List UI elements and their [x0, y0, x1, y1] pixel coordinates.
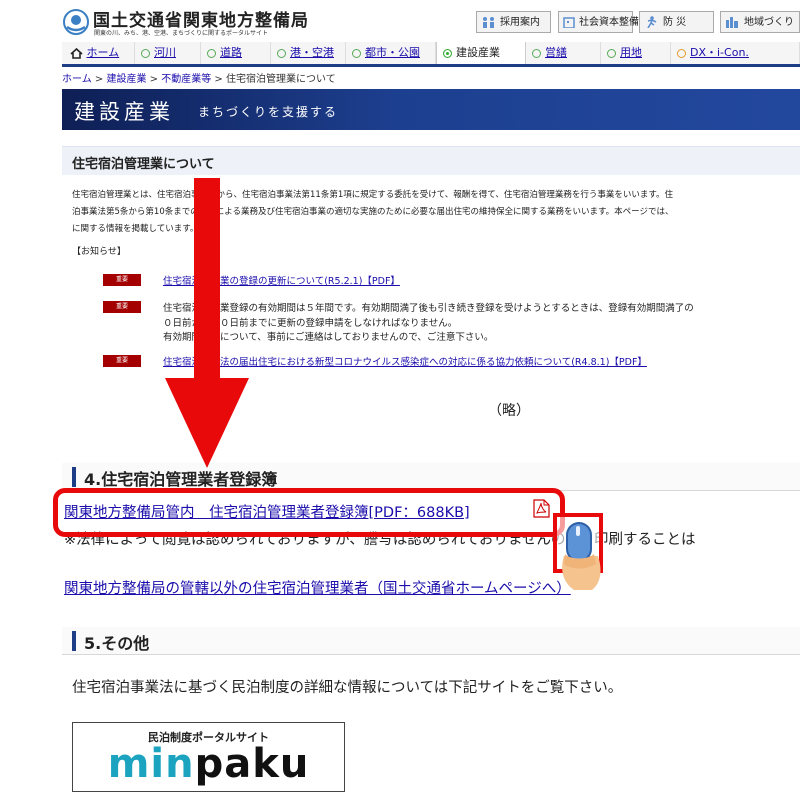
- page-title: 住宅宿泊管理業について: [72, 157, 215, 172]
- tab-city-park[interactable]: 都市・公園: [346, 42, 436, 64]
- tab-port-airport-label[interactable]: 港・空港: [290, 46, 334, 59]
- breadcrumb-separator: >: [149, 74, 159, 85]
- tab-land-label[interactable]: 用地: [620, 46, 642, 59]
- breadcrumb-real-estate[interactable]: 不動産業等: [161, 74, 211, 85]
- runner-icon: [647, 16, 657, 28]
- home-icon: [70, 47, 83, 59]
- bullet-icon: [532, 48, 541, 58]
- tab-home-label[interactable]: ホーム: [87, 46, 120, 59]
- tab-home[interactable]: ホーム: [62, 42, 135, 64]
- disaster-label: 防 災: [663, 17, 687, 28]
- heading-bar: [72, 631, 76, 651]
- tab-eizen-label[interactable]: 営繕: [545, 46, 567, 59]
- tab-road-label[interactable]: 道路: [220, 46, 242, 59]
- site-header: 国土交通省関東地方整備局 関東の川、みち、港、空港、まちづくりに関するポータルサ…: [0, 0, 800, 42]
- tab-port-airport[interactable]: 港・空港: [271, 42, 346, 64]
- bullet-icon: [352, 48, 361, 58]
- important-badge: 重要: [103, 355, 141, 367]
- breadcrumb-construction[interactable]: 建設産業: [106, 74, 146, 85]
- global-nav: ホーム 河川 道路 港・空港 都市・公園 建設産業 営繕 用地 DX・i-Con…: [62, 42, 800, 67]
- section-5-heading: 5.その他: [62, 627, 800, 655]
- mlit-logo-icon[interactable]: [63, 9, 89, 35]
- site-subtitle: 関東の川、みち、港、空港、まちづくりに関するポータルサイト: [94, 30, 269, 37]
- section-5-title: 5.その他: [84, 634, 150, 653]
- notice-label: 【お知らせ】: [72, 247, 126, 257]
- city-icon: [726, 17, 738, 28]
- breadcrumb-separator: >: [214, 74, 223, 85]
- breadcrumb-current: 住宅宿泊管理業について: [226, 74, 336, 85]
- tab-construction-industry[interactable]: 建設産業: [436, 42, 526, 64]
- bullet-icon: [677, 48, 686, 58]
- tab-dx-icon-label[interactable]: DX・i-Con.: [690, 46, 749, 59]
- article-header: 住宅宿泊管理業について: [62, 146, 800, 175]
- bullet-icon: [141, 48, 150, 58]
- tab-road[interactable]: 道路: [201, 42, 271, 64]
- breadcrumb-home[interactable]: ホーム: [62, 74, 92, 85]
- tab-river[interactable]: 河川: [135, 42, 201, 64]
- bullet-icon: [207, 48, 216, 58]
- breadcrumb: ホーム > 建設産業 > 不動産業等 > 住宅宿泊管理業について: [62, 70, 336, 85]
- minpaku-logo: minpaku: [107, 741, 310, 787]
- building-icon: [563, 17, 575, 28]
- tab-city-park-label[interactable]: 都市・公園: [365, 46, 420, 59]
- section-4-title: 4.住宅宿泊管理業者登録簿: [84, 470, 278, 489]
- important-badge: 重要: [103, 301, 141, 313]
- infrastructure-label: 社会資本整備: [579, 17, 639, 28]
- intro-line: 住宅宿泊管理業とは、住宅宿泊事業者から、住宅宿泊事業法第11条第1項に規定する委…: [72, 190, 674, 200]
- tab-construction-industry-label: 建設産業: [456, 46, 500, 59]
- recruit-button[interactable]: 採用案内: [476, 11, 551, 33]
- breadcrumb-separator: >: [94, 74, 104, 85]
- section-5-text: 住宅宿泊事業法に基づく民泊制度の詳細な情報については下記サイトをご覧下さい。: [72, 680, 623, 696]
- heading-bar: [72, 467, 76, 487]
- tab-dx-icon[interactable]: DX・i-Con.: [671, 42, 800, 64]
- section-banner: 建設産業 まちづくりを支援する: [62, 89, 800, 130]
- tab-eizen[interactable]: 営繕: [526, 42, 601, 64]
- people-icon: [483, 17, 494, 28]
- down-arrow-icon: [165, 178, 249, 468]
- bullet-icon: [443, 48, 452, 58]
- banner-subtitle: まちづくりを支援する: [198, 105, 339, 119]
- recruit-label: 採用案内: [500, 17, 540, 28]
- bullet-icon: [277, 48, 286, 58]
- minpaku-portal-banner[interactable]: 民泊制度ポータルサイト minpaku: [72, 722, 345, 792]
- regional-dev-button[interactable]: 地域づくり: [720, 11, 800, 33]
- highlight-box: [53, 488, 565, 537]
- mlit-registry-link[interactable]: 関東地方整備局の管轄以外の住宅宿泊管理業者（国土交通省ホームページへ）: [64, 577, 571, 598]
- mouse-click-hand-icon: [562, 522, 601, 590]
- regional-dev-label: 地域づくり: [744, 17, 794, 28]
- important-badge: 重要: [103, 274, 141, 286]
- omitted-note: （略）: [488, 403, 530, 419]
- banner-title: 建設産業: [74, 100, 174, 124]
- tab-river-label[interactable]: 河川: [154, 46, 176, 59]
- disaster-button[interactable]: 防 災: [639, 11, 714, 33]
- intro-line: 泊事業法第5条から第10条までの規定による業務及び住宅宿泊事業の適切な実施のため…: [72, 207, 674, 217]
- bullet-icon: [607, 48, 616, 58]
- tab-land[interactable]: 用地: [601, 42, 671, 64]
- infrastructure-button[interactable]: 社会資本整備: [558, 11, 639, 33]
